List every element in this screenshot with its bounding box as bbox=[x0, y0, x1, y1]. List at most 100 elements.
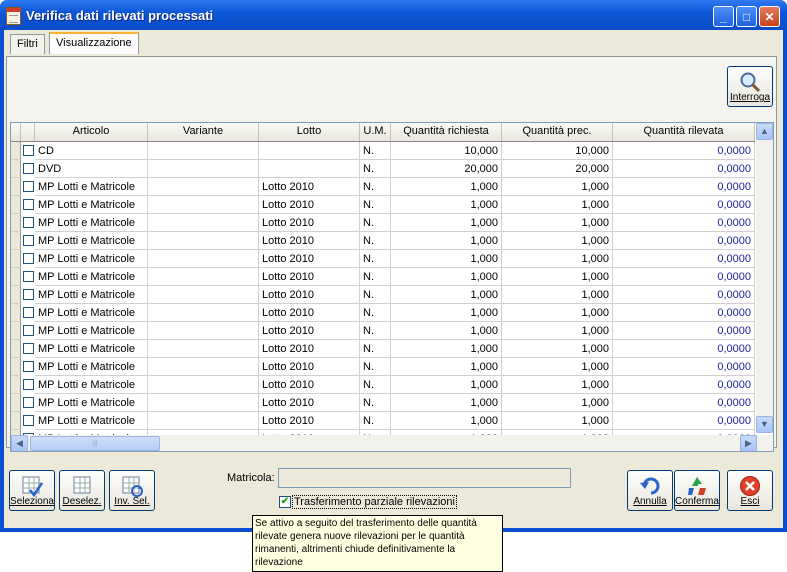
table-row[interactable]: MP Lotti e MatricoleLotto 2010N.1,0001,0… bbox=[11, 196, 755, 214]
maximize-button[interactable]: □ bbox=[736, 6, 757, 27]
cell-prec: 1,000 bbox=[502, 268, 613, 286]
row-selector[interactable] bbox=[11, 196, 21, 214]
cell-rilevata: 0,0000 bbox=[613, 412, 755, 430]
row-checkbox[interactable] bbox=[23, 289, 34, 300]
row-checkbox[interactable] bbox=[23, 307, 34, 318]
row-selector[interactable] bbox=[11, 358, 21, 376]
table-row[interactable]: DVD N. 20,000 20,000 0,0000 bbox=[11, 160, 755, 178]
row-checkbox[interactable] bbox=[23, 253, 34, 264]
cell-richiesta: 1,000 bbox=[391, 232, 502, 250]
col-variante[interactable]: Variante bbox=[148, 123, 259, 141]
table-row[interactable]: MP Lotti e MatricoleLotto 2010N.1,0001,0… bbox=[11, 304, 755, 322]
row-checkbox[interactable] bbox=[23, 199, 34, 210]
cell-rilevata: 0,0000 bbox=[613, 232, 755, 250]
cell-prec: 1,000 bbox=[502, 304, 613, 322]
scroll-up-button[interactable]: ▲ bbox=[756, 123, 773, 140]
cell-um: N. bbox=[360, 304, 391, 322]
row-checkbox[interactable] bbox=[23, 163, 34, 174]
row-checkbox[interactable] bbox=[23, 235, 34, 246]
minimize-button[interactable]: _ bbox=[713, 6, 734, 27]
table-row[interactable]: MP Lotti e MatricoleLotto 2010N.1,0001,0… bbox=[11, 232, 755, 250]
inverti-selezione-button[interactable]: Inv. Sel. bbox=[109, 470, 155, 511]
col-articolo[interactable]: Articolo bbox=[35, 123, 148, 141]
row-selector[interactable] bbox=[11, 268, 21, 286]
vertical-scrollbar[interactable]: ▲ ▼ bbox=[756, 123, 773, 433]
row-selector[interactable] bbox=[11, 304, 21, 322]
horizontal-scroll-thumb[interactable]: ||| bbox=[30, 436, 160, 451]
row-checkbox[interactable] bbox=[23, 181, 34, 192]
tab-visualizzazione[interactable]: Visualizzazione bbox=[49, 32, 139, 54]
cell-articolo: MP Lotti e Matricole bbox=[35, 250, 148, 268]
annulla-button[interactable]: Annulla bbox=[627, 470, 673, 511]
table-row[interactable]: MP Lotti e MatricoleLotto 2010N.1,0001,0… bbox=[11, 322, 755, 340]
close-button[interactable]: ✕ bbox=[759, 6, 780, 27]
scroll-down-button[interactable]: ▼ bbox=[756, 416, 773, 433]
cell-prec: 1,000 bbox=[502, 214, 613, 232]
tab-filtri[interactable]: Filtri bbox=[10, 34, 45, 54]
row-selector[interactable] bbox=[11, 286, 21, 304]
matricola-input[interactable] bbox=[278, 468, 571, 488]
cell-prec: 1,000 bbox=[502, 340, 613, 358]
row-selector[interactable] bbox=[11, 214, 21, 232]
deseleziona-button[interactable]: Deselez. bbox=[59, 470, 105, 511]
title-bar[interactable]: Verifica dati rilevati processati _ □ ✕ bbox=[0, 0, 787, 30]
cell-articolo: MP Lotti e Matricole bbox=[35, 358, 148, 376]
cell-richiesta: 10,000 bbox=[391, 142, 502, 160]
row-selector[interactable] bbox=[11, 340, 21, 358]
row-selector[interactable] bbox=[11, 178, 21, 196]
row-checkbox[interactable] bbox=[23, 343, 34, 354]
conferma-button[interactable]: Conferma bbox=[674, 470, 720, 511]
table-row[interactable]: MP Lotti e MatricoleLotto 2010N.1,0001,0… bbox=[11, 214, 755, 232]
col-quantita-rilevata[interactable]: Quantità rilevata bbox=[613, 123, 755, 141]
cell-lotto: Lotto 2010 bbox=[259, 376, 360, 394]
row-selector[interactable] bbox=[11, 160, 21, 178]
data-grid[interactable]: Articolo Variante Lotto U.M. Quantità ri… bbox=[10, 122, 774, 452]
cell-variante bbox=[148, 340, 259, 358]
row-checkbox[interactable] bbox=[23, 271, 34, 282]
row-checkbox[interactable] bbox=[23, 217, 34, 228]
row-selector[interactable] bbox=[11, 376, 21, 394]
scroll-right-button[interactable]: ▶ bbox=[740, 435, 757, 451]
cell-rilevata: 0,0000 bbox=[613, 304, 755, 322]
checkmark-icon: ✔ bbox=[280, 496, 290, 507]
row-checkbox[interactable] bbox=[23, 397, 34, 408]
row-selector[interactable] bbox=[11, 412, 21, 430]
col-quantita-richiesta[interactable]: Quantità richiesta bbox=[391, 123, 502, 141]
row-checkbox[interactable] bbox=[23, 415, 34, 426]
row-selector[interactable] bbox=[11, 142, 21, 160]
row-selector[interactable] bbox=[11, 394, 21, 412]
table-row[interactable]: MP Lotti e MatricoleLotto 2010N.1,0001,0… bbox=[11, 178, 755, 196]
table-row[interactable]: MP Lotti e MatricoleLotto 2010N.1,0001,0… bbox=[11, 376, 755, 394]
scroll-left-button[interactable]: ◀ bbox=[11, 435, 28, 451]
table-row[interactable]: MP Lotti e MatricoleLotto 2010N.1,0001,0… bbox=[11, 268, 755, 286]
cell-variante bbox=[148, 142, 259, 160]
col-lotto[interactable]: Lotto bbox=[259, 123, 360, 141]
row-checkbox[interactable] bbox=[23, 379, 34, 390]
cell-variante bbox=[148, 322, 259, 340]
cell-variante bbox=[148, 214, 259, 232]
row-selector[interactable] bbox=[11, 322, 21, 340]
table-row[interactable]: MP Lotti e MatricoleLotto 2010N.1,0001,0… bbox=[11, 286, 755, 304]
table-row[interactable]: MP Lotti e MatricoleLotto 2010N.1,0001,0… bbox=[11, 358, 755, 376]
cell-richiesta: 1,000 bbox=[391, 250, 502, 268]
row-checkbox[interactable] bbox=[23, 145, 34, 156]
trasferimento-checkbox[interactable]: ✔ bbox=[279, 496, 291, 508]
seleziona-button[interactable]: Seleziona bbox=[9, 470, 55, 511]
table-row[interactable]: MP Lotti e MatricoleLotto 2010N.1,0001,0… bbox=[11, 340, 755, 358]
row-checkbox[interactable] bbox=[23, 361, 34, 372]
row-selector[interactable] bbox=[11, 250, 21, 268]
cell-lotto: Lotto 2010 bbox=[259, 268, 360, 286]
table-row[interactable]: MP Lotti e MatricoleLotto 2010N.1,0001,0… bbox=[11, 394, 755, 412]
horizontal-scrollbar[interactable]: ◀ ||| ▶ bbox=[11, 435, 773, 451]
cell-articolo: MP Lotti e Matricole bbox=[35, 322, 148, 340]
trasferimento-label[interactable]: Trasferimento parziale rilevazioni bbox=[292, 495, 457, 509]
interroga-button[interactable]: Interroga bbox=[727, 66, 773, 107]
col-um[interactable]: U.M. bbox=[360, 123, 391, 141]
table-row[interactable]: MP Lotti e MatricoleLotto 2010N.1,0001,0… bbox=[11, 250, 755, 268]
esci-button[interactable]: Esci bbox=[727, 470, 773, 511]
col-quantita-prec[interactable]: Quantità prec. bbox=[502, 123, 613, 141]
row-selector[interactable] bbox=[11, 232, 21, 250]
row-checkbox[interactable] bbox=[23, 325, 34, 336]
table-row[interactable]: MP Lotti e MatricoleLotto 2010N.1,0001,0… bbox=[11, 412, 755, 430]
table-row[interactable]: CD N. 10,000 10,000 0,0000 bbox=[11, 142, 755, 160]
